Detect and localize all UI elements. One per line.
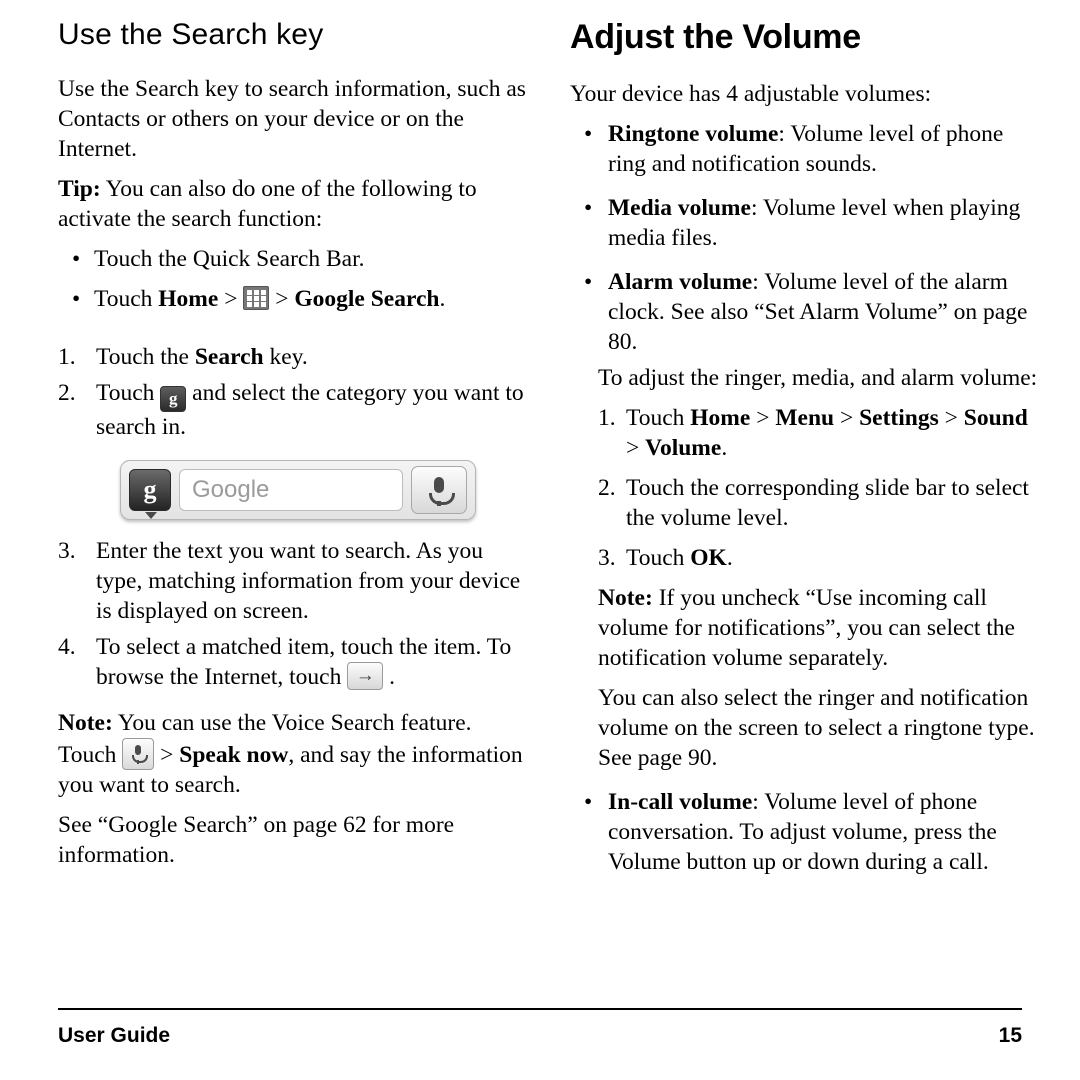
- step-bold-volume: Volume: [645, 435, 722, 461]
- right-note-paragraph: Note: If you uncheck “Use incoming call …: [570, 583, 1042, 673]
- bullet-dot: •: [584, 269, 593, 295]
- list-item: • In-call volume: Volume level of phone c…: [570, 787, 1042, 877]
- bullet-sep-2: >: [269, 286, 295, 312]
- list-item: 2. Touch the corresponding slide bar to s…: [570, 473, 1042, 533]
- footer-divider: [58, 1008, 1022, 1010]
- bullet-text: Touch the Quick Search Bar.: [94, 246, 365, 272]
- quick-search-bar-figure: g Google: [120, 460, 476, 520]
- step-bold-home: Home: [690, 405, 751, 431]
- document-page: Use the Search key Use the Search key to…: [0, 0, 1080, 1080]
- note-bold-speak-now: Speak now: [179, 742, 289, 768]
- step-bold-menu: Menu: [775, 405, 835, 431]
- bullet-dot: •: [72, 286, 81, 312]
- google-g-icon: g: [160, 386, 187, 412]
- bullet-dot: •: [72, 246, 81, 272]
- search-input[interactable]: Google: [179, 469, 403, 511]
- step-number: 2.: [58, 380, 76, 406]
- list-item: 1. Touch the Search key.: [58, 342, 530, 372]
- list-item: • Touch Home > > Google Search.: [58, 284, 530, 314]
- left-column-title: Use the Search key: [58, 18, 324, 51]
- step-sep: >: [626, 435, 646, 461]
- search-placeholder: Google: [192, 476, 270, 503]
- step-number: 3.: [598, 545, 616, 571]
- left-intro-paragraph: Use the Search key to search information…: [58, 76, 526, 162]
- step-number: 4.: [58, 634, 76, 660]
- bullet-dot: •: [584, 789, 593, 815]
- list-item: 3. Touch OK.: [570, 543, 1042, 573]
- note-label: Note:: [58, 710, 113, 736]
- voice-search-icon[interactable]: [411, 466, 467, 514]
- step-prefix: Touch the: [96, 344, 195, 370]
- bullet-dot: •: [584, 195, 593, 221]
- bullet-bold-in-call-volume: In-call volume: [608, 789, 753, 815]
- left-column: Use the Search key Use the Search key to…: [58, 18, 530, 880]
- step-sep: >: [938, 405, 964, 431]
- step-prefix: Touch: [96, 380, 161, 406]
- step-number: 1.: [58, 344, 76, 370]
- bullet-suffix: .: [439, 286, 446, 312]
- tip-label: Tip:: [58, 176, 101, 202]
- step-prefix: To select a matched item, touch the item…: [96, 634, 512, 690]
- note-label: Note:: [598, 585, 653, 611]
- google-search-source-button[interactable]: g: [129, 469, 171, 519]
- step-suffix: .: [726, 545, 733, 571]
- tip-text: You can also do one of the following to …: [58, 176, 477, 232]
- list-item: • Alarm volume: Volume level of the alarm…: [570, 267, 1042, 357]
- go-arrow-icon: [347, 661, 384, 691]
- right-column-title: Adjust the Volume: [570, 18, 861, 56]
- microphone-icon: [122, 738, 155, 770]
- bullet-bold-alarm-volume: Alarm volume: [608, 269, 753, 295]
- bullet-dot: •: [584, 121, 593, 147]
- step-prefix: Touch: [626, 545, 691, 571]
- bullet-bold-media-volume: Media volume: [608, 195, 751, 221]
- step-bold-sound: Sound: [963, 405, 1028, 431]
- bullet-bold-google-search: Google Search: [294, 286, 440, 312]
- tip-paragraph: Tip: You can also do one of the followin…: [58, 174, 530, 234]
- step-bold-settings: Settings: [859, 405, 939, 431]
- list-item: • Ringtone volume: Volume level of phone …: [570, 119, 1042, 179]
- note-text: If you uncheck “Use incoming call volume…: [598, 585, 1015, 671]
- footer-label: User Guide: [58, 1024, 171, 1047]
- right-column: Adjust the Volume Your device has 4 adju…: [570, 18, 1042, 891]
- chevron-down-icon: [145, 512, 157, 519]
- step-suffix: .: [721, 435, 728, 461]
- step-number: 3.: [58, 538, 76, 564]
- step-sep: >: [750, 405, 776, 431]
- right-intro-paragraph: Your device has 4 adjustable volumes:: [570, 81, 932, 107]
- bullet-prefix: Touch: [94, 286, 159, 312]
- adjust-volume-intro: To adjust the ringer, media, and alarm v…: [598, 365, 1038, 391]
- right-extra-paragraph: You can also select the ringer and notif…: [598, 685, 1035, 771]
- step-number: 2.: [598, 475, 616, 501]
- quick-search-bar[interactable]: g Google: [120, 460, 476, 520]
- step-sep: >: [834, 405, 860, 431]
- step-suffix: .: [383, 664, 395, 690]
- bullet-sep: >: [218, 286, 244, 312]
- step-bold-ok: OK: [690, 545, 727, 571]
- bullet-bold-home: Home: [158, 286, 219, 312]
- list-item: 2. Touch g and select the category you wa…: [58, 378, 530, 442]
- step-text: Enter the text you want to search. As yo…: [96, 538, 521, 624]
- see-also-paragraph: See “Google Search” on page 62 for more …: [58, 812, 455, 868]
- step-prefix: Touch: [626, 405, 691, 431]
- list-item: • Media volume: Volume level when playing…: [570, 193, 1042, 253]
- list-item: 3. Enter the text you want to search. As …: [58, 536, 530, 626]
- list-item: 1. Touch Home > Menu > Settings > Sound >…: [570, 403, 1042, 463]
- step-text: Touch the corresponding slide bar to sel…: [626, 475, 1029, 531]
- apps-grid-icon: [243, 286, 270, 310]
- note-text-2: >: [154, 742, 180, 768]
- list-item: • Touch the Quick Search Bar.: [58, 244, 530, 274]
- left-note-paragraph: Note: You can use the Voice Search featu…: [58, 708, 530, 800]
- bullet-bold-ringtone-volume: Ringtone volume: [608, 121, 779, 147]
- step-suffix: key.: [263, 344, 308, 370]
- list-item: 4. To select a matched item, touch the it…: [58, 632, 530, 692]
- page-number: 15: [998, 1024, 1022, 1047]
- step-bold-search: Search: [194, 344, 264, 370]
- google-g-label: g: [143, 475, 157, 504]
- step-number: 1.: [598, 405, 616, 431]
